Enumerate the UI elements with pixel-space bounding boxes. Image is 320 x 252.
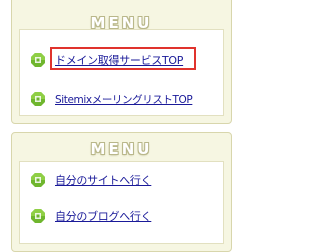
link-my-site[interactable]: 自分のサイトへ行く (55, 172, 152, 188)
menu-item-my-site[interactable]: 自分のサイトへ行く (30, 170, 152, 190)
link-sitemix-mailinglist-top[interactable]: SitemixメーリングリストTOP (55, 92, 193, 107)
menu-item-my-blog[interactable]: 自分のブログへ行く (30, 206, 152, 226)
menu-box-2-title: MENU (90, 140, 153, 158)
menu-box-2: MENU (11, 132, 232, 252)
green-bullet-icon (31, 173, 45, 187)
link-my-blog[interactable]: 自分のブログへ行く (55, 208, 152, 224)
link-domain-service-top[interactable]: ドメイン取得サービスTOP (55, 52, 183, 68)
green-bullet-icon (31, 53, 45, 67)
menu-item-sitemix-mailinglist-top[interactable]: SitemixメーリングリストTOP (30, 89, 193, 109)
green-bullet-icon (31, 209, 45, 223)
sidebar: MENU MENU ドメイン取得サービスTOP SitemixメーリングリストT… (0, 0, 241, 252)
menu-item-domain-service-top[interactable]: ドメイン取得サービスTOP (30, 50, 183, 70)
green-bullet-icon (31, 92, 45, 106)
